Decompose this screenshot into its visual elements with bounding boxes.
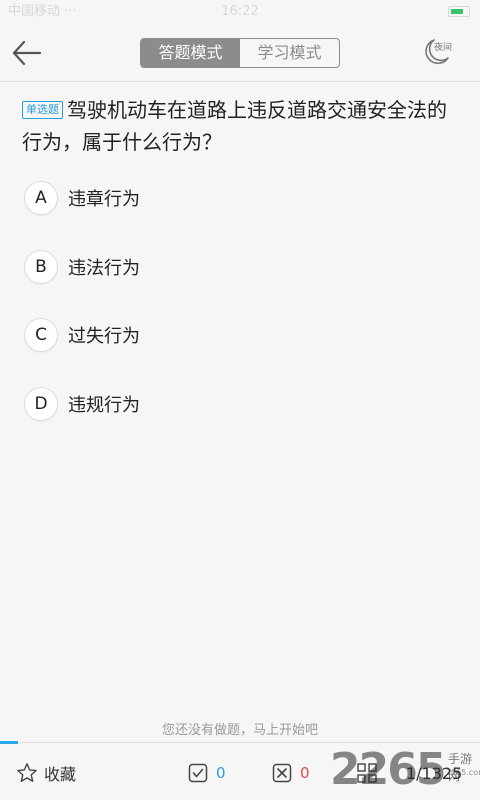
option-letter: B — [24, 250, 58, 284]
status-bar: 中国移动 ··· 16:22 — [0, 0, 480, 24]
grid-icon — [357, 763, 377, 783]
check-box-icon — [188, 763, 208, 783]
x-box-icon — [272, 763, 292, 783]
progress-indicator — [0, 741, 18, 744]
correct-count-value: 0 — [216, 764, 226, 782]
tab-study-mode[interactable]: 学习模式 — [240, 39, 339, 67]
bottom-bar: 收藏 0 0 1/1325 — [0, 741, 480, 800]
favorite-button[interactable]: 收藏 — [16, 761, 76, 785]
header: 答题模式 学习模式 夜间 — [0, 24, 480, 82]
status-icons — [448, 6, 470, 17]
star-icon — [17, 763, 37, 782]
battery-icon — [448, 6, 470, 17]
question-counter[interactable]: 1/1325 — [356, 761, 462, 785]
empty-hint: 您还没有做题，马上开始吧 — [161, 723, 318, 738]
option-text: 违章行为 — [68, 189, 140, 210]
mode-switch: 答题模式 学习模式 — [140, 38, 340, 68]
option-text: 违规行为 — [68, 395, 140, 416]
option-text: 过失行为 — [68, 326, 140, 347]
option-text: 违法行为 — [68, 258, 140, 279]
tab-answer-mode[interactable]: 答题模式 — [141, 39, 240, 67]
option-b[interactable]: B 违法行为 — [24, 249, 324, 285]
option-d[interactable]: D 违规行为 — [24, 386, 324, 422]
favorite-label: 收藏 — [44, 765, 77, 784]
back-button[interactable] — [10, 38, 44, 68]
question-type-badge: 单选题 — [22, 101, 63, 119]
option-letter: A — [24, 181, 58, 215]
question: 单选题 驾驶机动车在道路上违反道路交通安全法的行为，属于什么行为？ — [22, 94, 462, 158]
wrong-count-value: 0 — [300, 764, 310, 782]
night-mode-label: 夜间 — [434, 43, 453, 53]
option-letter: D — [24, 387, 58, 421]
wrong-count[interactable]: 0 — [272, 761, 310, 785]
option-a[interactable]: A 违章行为 — [24, 180, 324, 216]
question-text: 驾驶机动车在道路上违反道路交通安全法的行为，属于什么行为？ — [22, 98, 447, 154]
correct-count[interactable]: 0 — [188, 761, 226, 785]
arrow-left-icon — [12, 40, 42, 66]
progress-value: 1/1325 — [406, 763, 463, 783]
option-letter: C — [24, 318, 58, 352]
night-mode-button[interactable]: 夜间 — [418, 36, 458, 68]
status-time: 16:22 — [221, 4, 259, 19]
option-c[interactable]: C 过失行为 — [24, 317, 324, 353]
